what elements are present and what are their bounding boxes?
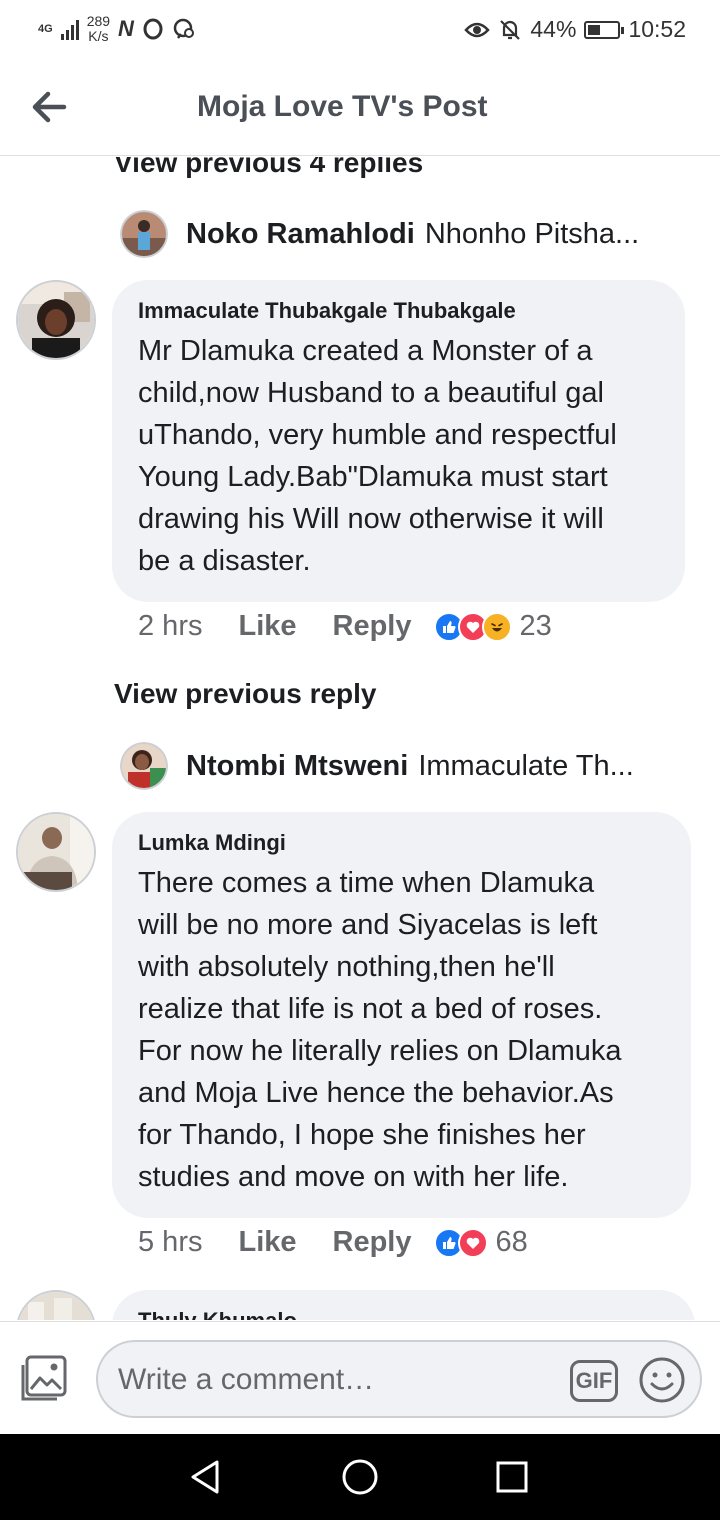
nfc-icon: N — [118, 16, 134, 41]
comment-line: with absolutely nothing,then he'll — [138, 951, 555, 983]
comment-text: There comes a time when Dlamuka will be … — [138, 862, 665, 1198]
comment-line: Mr Dlamuka created a Monster of a — [138, 335, 593, 367]
network-speed: 289 K/s — [87, 14, 110, 44]
comment-line: be a disaster. — [138, 545, 311, 577]
comment-line: For now he literally relies on Dlamuka — [138, 1035, 622, 1067]
comment-timestamp[interactable]: 2 hrs — [138, 610, 202, 643]
like-button[interactable]: Like — [238, 610, 296, 643]
status-right: 44% 10:52 — [464, 16, 686, 43]
avatar[interactable] — [120, 210, 168, 258]
avatar[interactable] — [120, 742, 168, 790]
comment-line: uThando, very humble and respectful — [138, 419, 617, 451]
reactions-summary[interactable]: 23 — [433, 610, 552, 643]
messenger-icon — [173, 18, 194, 39]
comment-line: drawing his Will now otherwise it will — [138, 503, 604, 535]
post-header: Moja Love TV's Post — [0, 62, 720, 156]
battery-icon — [584, 20, 625, 39]
network-type: 4G — [38, 23, 53, 35]
back-arrow-icon[interactable] — [26, 84, 72, 130]
reactions-summary[interactable]: 68 — [433, 1226, 528, 1259]
comment-composer: GIF — [0, 1321, 720, 1434]
comment-line: Young Lady.Bab"Dlamuka must start — [138, 461, 608, 493]
system-nav-bar — [0, 1434, 720, 1520]
opera-icon — [143, 18, 163, 40]
avatar[interactable] — [16, 280, 96, 360]
battery-percent: 44% — [530, 16, 577, 42]
haha-reaction-icon — [481, 611, 512, 642]
reply-author-name[interactable]: Noko Ramahlodi — [186, 218, 415, 251]
comment-bubble[interactable]: Lumka Mdingi There comes a time when Dla… — [112, 812, 691, 1218]
comment-line: realize that life is not a bed of roses. — [138, 993, 603, 1025]
comment-author-name[interactable]: Thuly Khumalo — [138, 1308, 669, 1320]
mute-bell-icon — [500, 19, 521, 40]
comment-author-name[interactable]: Immaculate Thubakgale Thubakgale — [138, 298, 659, 324]
avatar[interactable] — [16, 812, 96, 892]
comment-bubble[interactable]: Thuly Khumalo — [112, 1290, 695, 1320]
comment-line: for Thando, I hope she finishes her — [138, 1119, 586, 1151]
comment-actions: 5 hrs Like Reply 68 — [138, 1226, 540, 1259]
comment-text: Mr Dlamuka created a Monster of a child,… — [138, 330, 659, 582]
comment-line: child,now Husband to a beautiful gal — [138, 377, 604, 409]
comment-input[interactable] — [118, 1360, 548, 1400]
comment-actions: 2 hrs Like Reply 23 — [138, 610, 564, 643]
nav-back-icon[interactable] — [183, 1454, 229, 1500]
gif-icon[interactable]: GIF — [570, 1360, 618, 1402]
like-button[interactable]: Like — [238, 1226, 296, 1259]
emoji-icon[interactable] — [638, 1356, 686, 1404]
avatar[interactable] — [16, 1290, 96, 1320]
photo-icon[interactable] — [20, 1354, 70, 1404]
comment-line: There comes a time when Dlamuka — [138, 867, 595, 899]
view-previous-4-replies-link[interactable]: View previous 4 replies — [114, 157, 423, 179]
love-reaction-icon — [457, 1227, 488, 1258]
comment-line: and Moja Live hence the behavior.As — [138, 1077, 614, 1109]
reply-button[interactable]: Reply — [333, 610, 412, 643]
comment-line: will be no more and Siyacelas is left — [138, 909, 598, 941]
reply-preview-text: Immaculate Th... — [418, 749, 634, 782]
view-previous-reply-link[interactable]: View previous reply — [114, 678, 377, 710]
nav-recents-icon[interactable] — [489, 1454, 535, 1500]
page-title: Moja Love TV's Post — [197, 90, 488, 123]
comment-box[interactable]: GIF — [96, 1340, 702, 1418]
network-speed-unit: K/s — [88, 28, 109, 44]
reaction-count: 23 — [519, 610, 552, 642]
comment-line: studies and move on with her life. — [138, 1161, 569, 1193]
signal-icon — [60, 18, 79, 40]
status-left: 4G 289 K/s N — [38, 14, 196, 44]
reply-button[interactable]: Reply — [333, 1226, 412, 1259]
comment-author-name[interactable]: Lumka Mdingi — [138, 830, 665, 856]
reply-preview-ntombi[interactable]: Ntombi Mtsweni Immaculate Th... — [120, 741, 680, 791]
status-bar: 4G 289 K/s N 44% 10:52 — [0, 0, 720, 62]
reply-author-name[interactable]: Ntombi Mtsweni — [186, 750, 408, 783]
reply-preview-noko[interactable]: Noko Ramahlodi Nhonho Pitsha... — [120, 209, 680, 259]
comment-bubble[interactable]: Immaculate Thubakgale Thubakgale Mr Dlam… — [112, 280, 685, 602]
comment-thread[interactable]: View previous 4 replies Noko Ramahlodi N… — [0, 157, 720, 1320]
comment-timestamp[interactable]: 5 hrs — [138, 1226, 202, 1259]
clock: 10:52 — [628, 16, 686, 42]
network-speed-value: 289 — [86, 13, 111, 29]
reaction-count: 68 — [495, 1226, 528, 1258]
eye-comfort-icon — [464, 22, 491, 37]
nav-home-icon[interactable] — [337, 1454, 383, 1500]
reply-preview-text: Nhonho Pitsha... — [424, 217, 640, 250]
